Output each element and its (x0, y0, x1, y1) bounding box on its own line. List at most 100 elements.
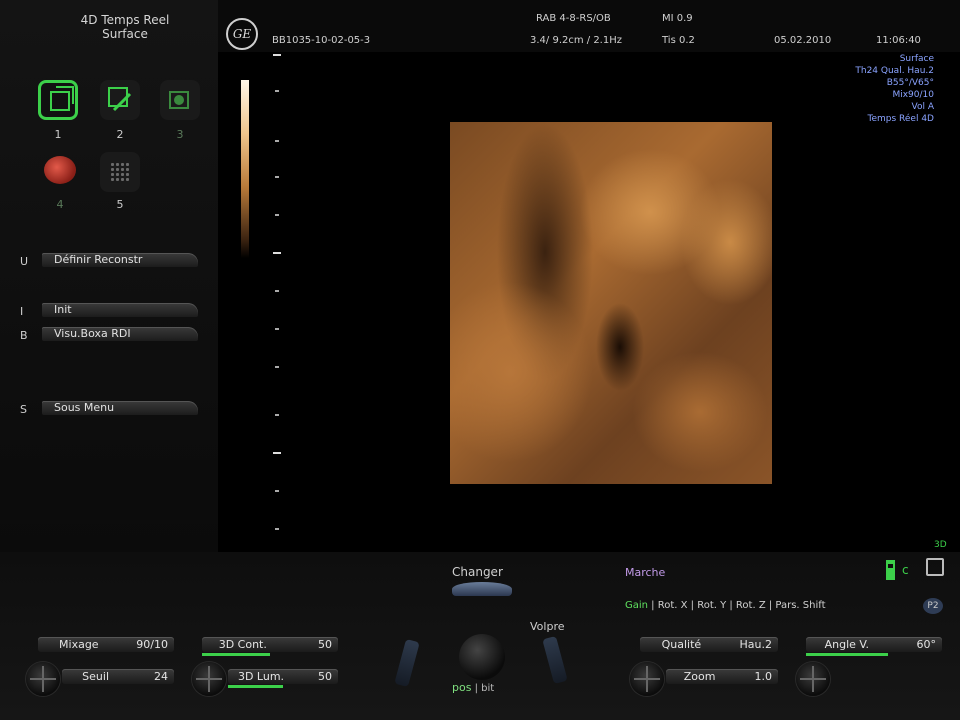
mode-title-line2: Surface (102, 27, 148, 41)
info-line: Th24 Qual. Hau.2 (855, 66, 934, 76)
volpre-label: Volpre (530, 620, 565, 633)
volume-indicator: 3D (934, 540, 947, 550)
p2-button[interactable]: P2 (923, 598, 943, 614)
menu-definir-reconstr[interactable]: Définir Reconstr (42, 253, 198, 267)
thumbnail-4[interactable] (40, 152, 80, 192)
param-value: Hau.2 (739, 638, 772, 651)
param-zoom[interactable]: Zoom 1.0 (666, 669, 778, 684)
info-line: Vol A (911, 102, 934, 112)
menu-key-b: B (20, 329, 28, 342)
param-label: Angle V. (824, 638, 869, 651)
menu-sous-menu[interactable]: Sous Menu (42, 401, 198, 415)
menu-init[interactable]: Init (42, 303, 198, 317)
changer-button[interactable] (452, 582, 512, 596)
battery-icon (886, 560, 895, 580)
depth-tick (275, 414, 279, 416)
rotation-options: | Rot. X | Rot. Y | Rot. Z | Pars. Shift (648, 600, 826, 611)
3d-cont-lum-knob[interactable] (192, 662, 226, 696)
depth-tick (275, 328, 279, 330)
red-sphere-icon (44, 156, 76, 184)
param-value: 90/10 (136, 638, 168, 651)
trackball-functions: Gain | Rot. X | Rot. Y | Rot. Z | Pars. … (625, 600, 826, 611)
param-label: 3D Cont. (218, 638, 267, 651)
depth-tick (275, 490, 279, 492)
depth-tick (275, 140, 279, 142)
param-qualite[interactable]: Qualité Hau.2 (640, 637, 778, 652)
cube-icon (50, 86, 74, 111)
depth-tick (275, 214, 279, 216)
menu-visu-boxa-rdi[interactable]: Visu.Boxa RDI (42, 327, 198, 341)
param-label: 3D Lum. (237, 670, 285, 683)
acquisition-info: Surface Th24 Qual. Hau.2 B55°/V65° Mix90… (855, 53, 934, 125)
param-value: 1.0 (754, 670, 773, 683)
depth-tick (273, 452, 281, 454)
info-line: B55°/V65° (886, 78, 934, 88)
patient-id: BB1035-10-02-05-3 (272, 35, 371, 46)
param-value: 60° (916, 638, 937, 651)
thumbnail-number: 2 (116, 128, 124, 141)
param-label: Seuil (82, 670, 110, 683)
info-line: Mix90/10 (892, 90, 934, 100)
depth-tick (275, 290, 279, 292)
depth-frequency: 3.4/ 9.2cm / 2.1Hz (530, 35, 622, 46)
gain-label[interactable]: Gain (625, 600, 648, 611)
render-edit-icon (108, 87, 132, 112)
info-line: Surface (899, 54, 934, 64)
qualite-zoom-knob[interactable] (630, 662, 664, 696)
3d-surface-render[interactable] (450, 122, 772, 484)
marche-status[interactable]: Marche (625, 566, 665, 579)
thumbnail-number: 5 (116, 198, 124, 211)
color-scale-bar (241, 80, 249, 258)
param-value: 24 (154, 670, 168, 683)
param-level-bar (202, 653, 270, 656)
info-line: Temps Réel 4D (867, 114, 934, 124)
param-level-bar (228, 685, 283, 688)
grid-icon (110, 162, 130, 182)
depth-tick (275, 366, 279, 368)
param-mixage[interactable]: Mixage 90/10 (38, 637, 174, 652)
param-label: Qualité (661, 638, 702, 651)
pos-label[interactable]: pos (452, 681, 471, 694)
menu-key-i: I (20, 305, 24, 318)
thumbnail-3[interactable] (160, 80, 200, 120)
param-value: 50 (318, 670, 332, 683)
thumbnail-number: 3 (176, 128, 184, 141)
volume-icon (169, 91, 189, 109)
tis-value: Tis 0.2 (662, 35, 695, 46)
mode-title-line1: 4D Temps Reel (80, 13, 170, 27)
param-angle-v[interactable]: Angle V. 60° (806, 637, 942, 656)
depth-tick (275, 176, 279, 178)
depth-tick (275, 528, 279, 530)
menu-key-u: U (20, 255, 29, 268)
param-value: 50 (318, 638, 332, 651)
bit-label[interactable]: | bit (471, 683, 495, 694)
param-label: Zoom (683, 670, 716, 683)
angle-v-knob[interactable] (796, 662, 830, 696)
thumbnail-1[interactable] (38, 80, 78, 120)
depth-tick (273, 252, 281, 254)
param-3d-lum[interactable]: 3D Lum. 50 (228, 669, 338, 688)
thumbnail-2[interactable] (100, 80, 140, 120)
depth-tick (275, 90, 279, 92)
time: 11:06:40 (876, 35, 921, 46)
printer-icon[interactable] (926, 558, 944, 576)
mi-value: MI 0.9 (662, 13, 693, 24)
param-3d-cont[interactable]: 3D Cont. 50 (202, 637, 338, 656)
changer-label: Changer (452, 565, 503, 579)
trackball-mode: pos | bit (452, 681, 494, 694)
trackball[interactable] (459, 634, 505, 680)
depth-tick (273, 54, 281, 56)
plug-icon: c (902, 563, 909, 577)
ge-logo: GE (226, 18, 258, 50)
probe-name: RAB 4-8-RS/OB (536, 13, 611, 24)
param-seuil[interactable]: Seuil 24 (62, 669, 174, 684)
menu-key-s: S (20, 403, 27, 416)
thumbnail-5[interactable] (100, 152, 140, 192)
param-level-bar (806, 653, 888, 656)
param-label: Mixage (59, 638, 99, 651)
mode-title: 4D Temps Reel Surface (30, 13, 220, 41)
date: 05.02.2010 (774, 35, 832, 46)
thumbnail-number: 1 (54, 128, 62, 141)
thumbnail-number: 4 (56, 198, 64, 211)
mixage-seuil-knob[interactable] (26, 662, 60, 696)
